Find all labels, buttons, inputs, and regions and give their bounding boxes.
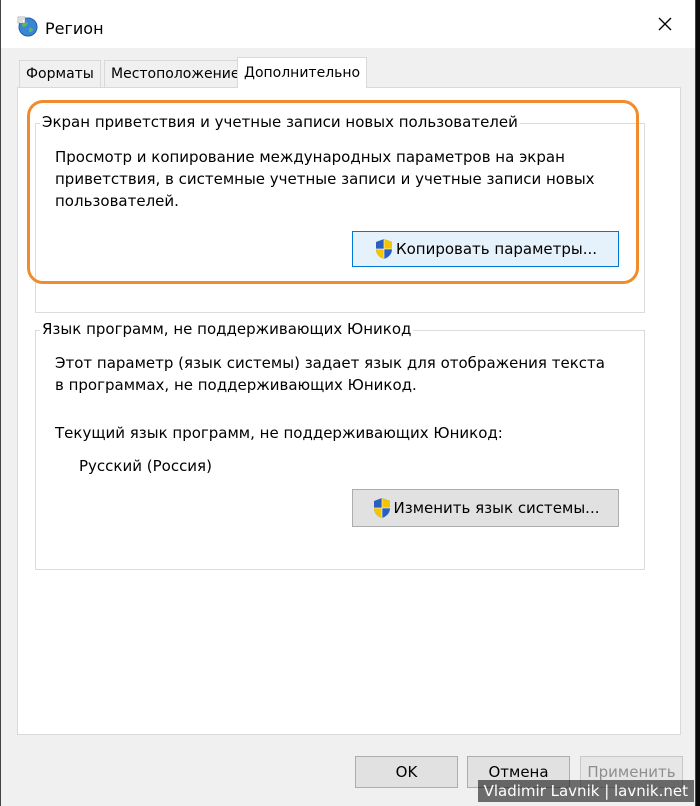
- copy-settings-button[interactable]: Копировать параметры...: [352, 231, 619, 267]
- uac-shield-icon: [373, 498, 390, 518]
- globe-region-icon: [17, 16, 38, 37]
- close-button[interactable]: [635, 0, 695, 48]
- welcome-group-description: Просмотр и копирование международных пар…: [55, 148, 595, 210]
- non-unicode-description: Этот параметр (язык системы) задает язык…: [55, 354, 605, 394]
- non-unicode-group: Язык программ, не поддерживающих Юникод …: [35, 320, 645, 570]
- change-system-locale-button[interactable]: Изменить язык системы...: [352, 489, 619, 527]
- current-language-value: Русский (Россия): [79, 457, 212, 475]
- watermark: Vladimir Lavnik | lavnik.net: [477, 780, 694, 802]
- title-bar[interactable]: Регион: [1, 0, 695, 48]
- welcome-screen-group: Экран приветствия и учетные записи новых…: [35, 113, 645, 313]
- ok-button[interactable]: OK: [355, 756, 458, 788]
- region-dialog: Регион Форматы Местоположение Дополнител…: [0, 0, 696, 806]
- copy-settings-label: Копировать параметры...: [395, 240, 598, 258]
- window-title: Регион: [45, 19, 104, 38]
- tab-panel-advanced: Экран приветствия и учетные записи новых…: [17, 87, 681, 735]
- uac-shield-icon: [375, 239, 392, 259]
- tab-location[interactable]: Местоположение: [104, 60, 247, 87]
- welcome-group-legend: Экран приветствия и учетные записи новых…: [40, 113, 520, 131]
- close-icon: [658, 17, 672, 31]
- non-unicode-group-legend: Язык программ, не поддерживающих Юникод: [40, 320, 414, 338]
- change-system-locale-label: Изменить язык системы...: [393, 499, 600, 517]
- tab-formats[interactable]: Форматы: [19, 60, 101, 87]
- tab-advanced[interactable]: Дополнительно: [237, 57, 368, 88]
- current-language-label: Текущий язык программ, не поддерживающих…: [55, 424, 503, 442]
